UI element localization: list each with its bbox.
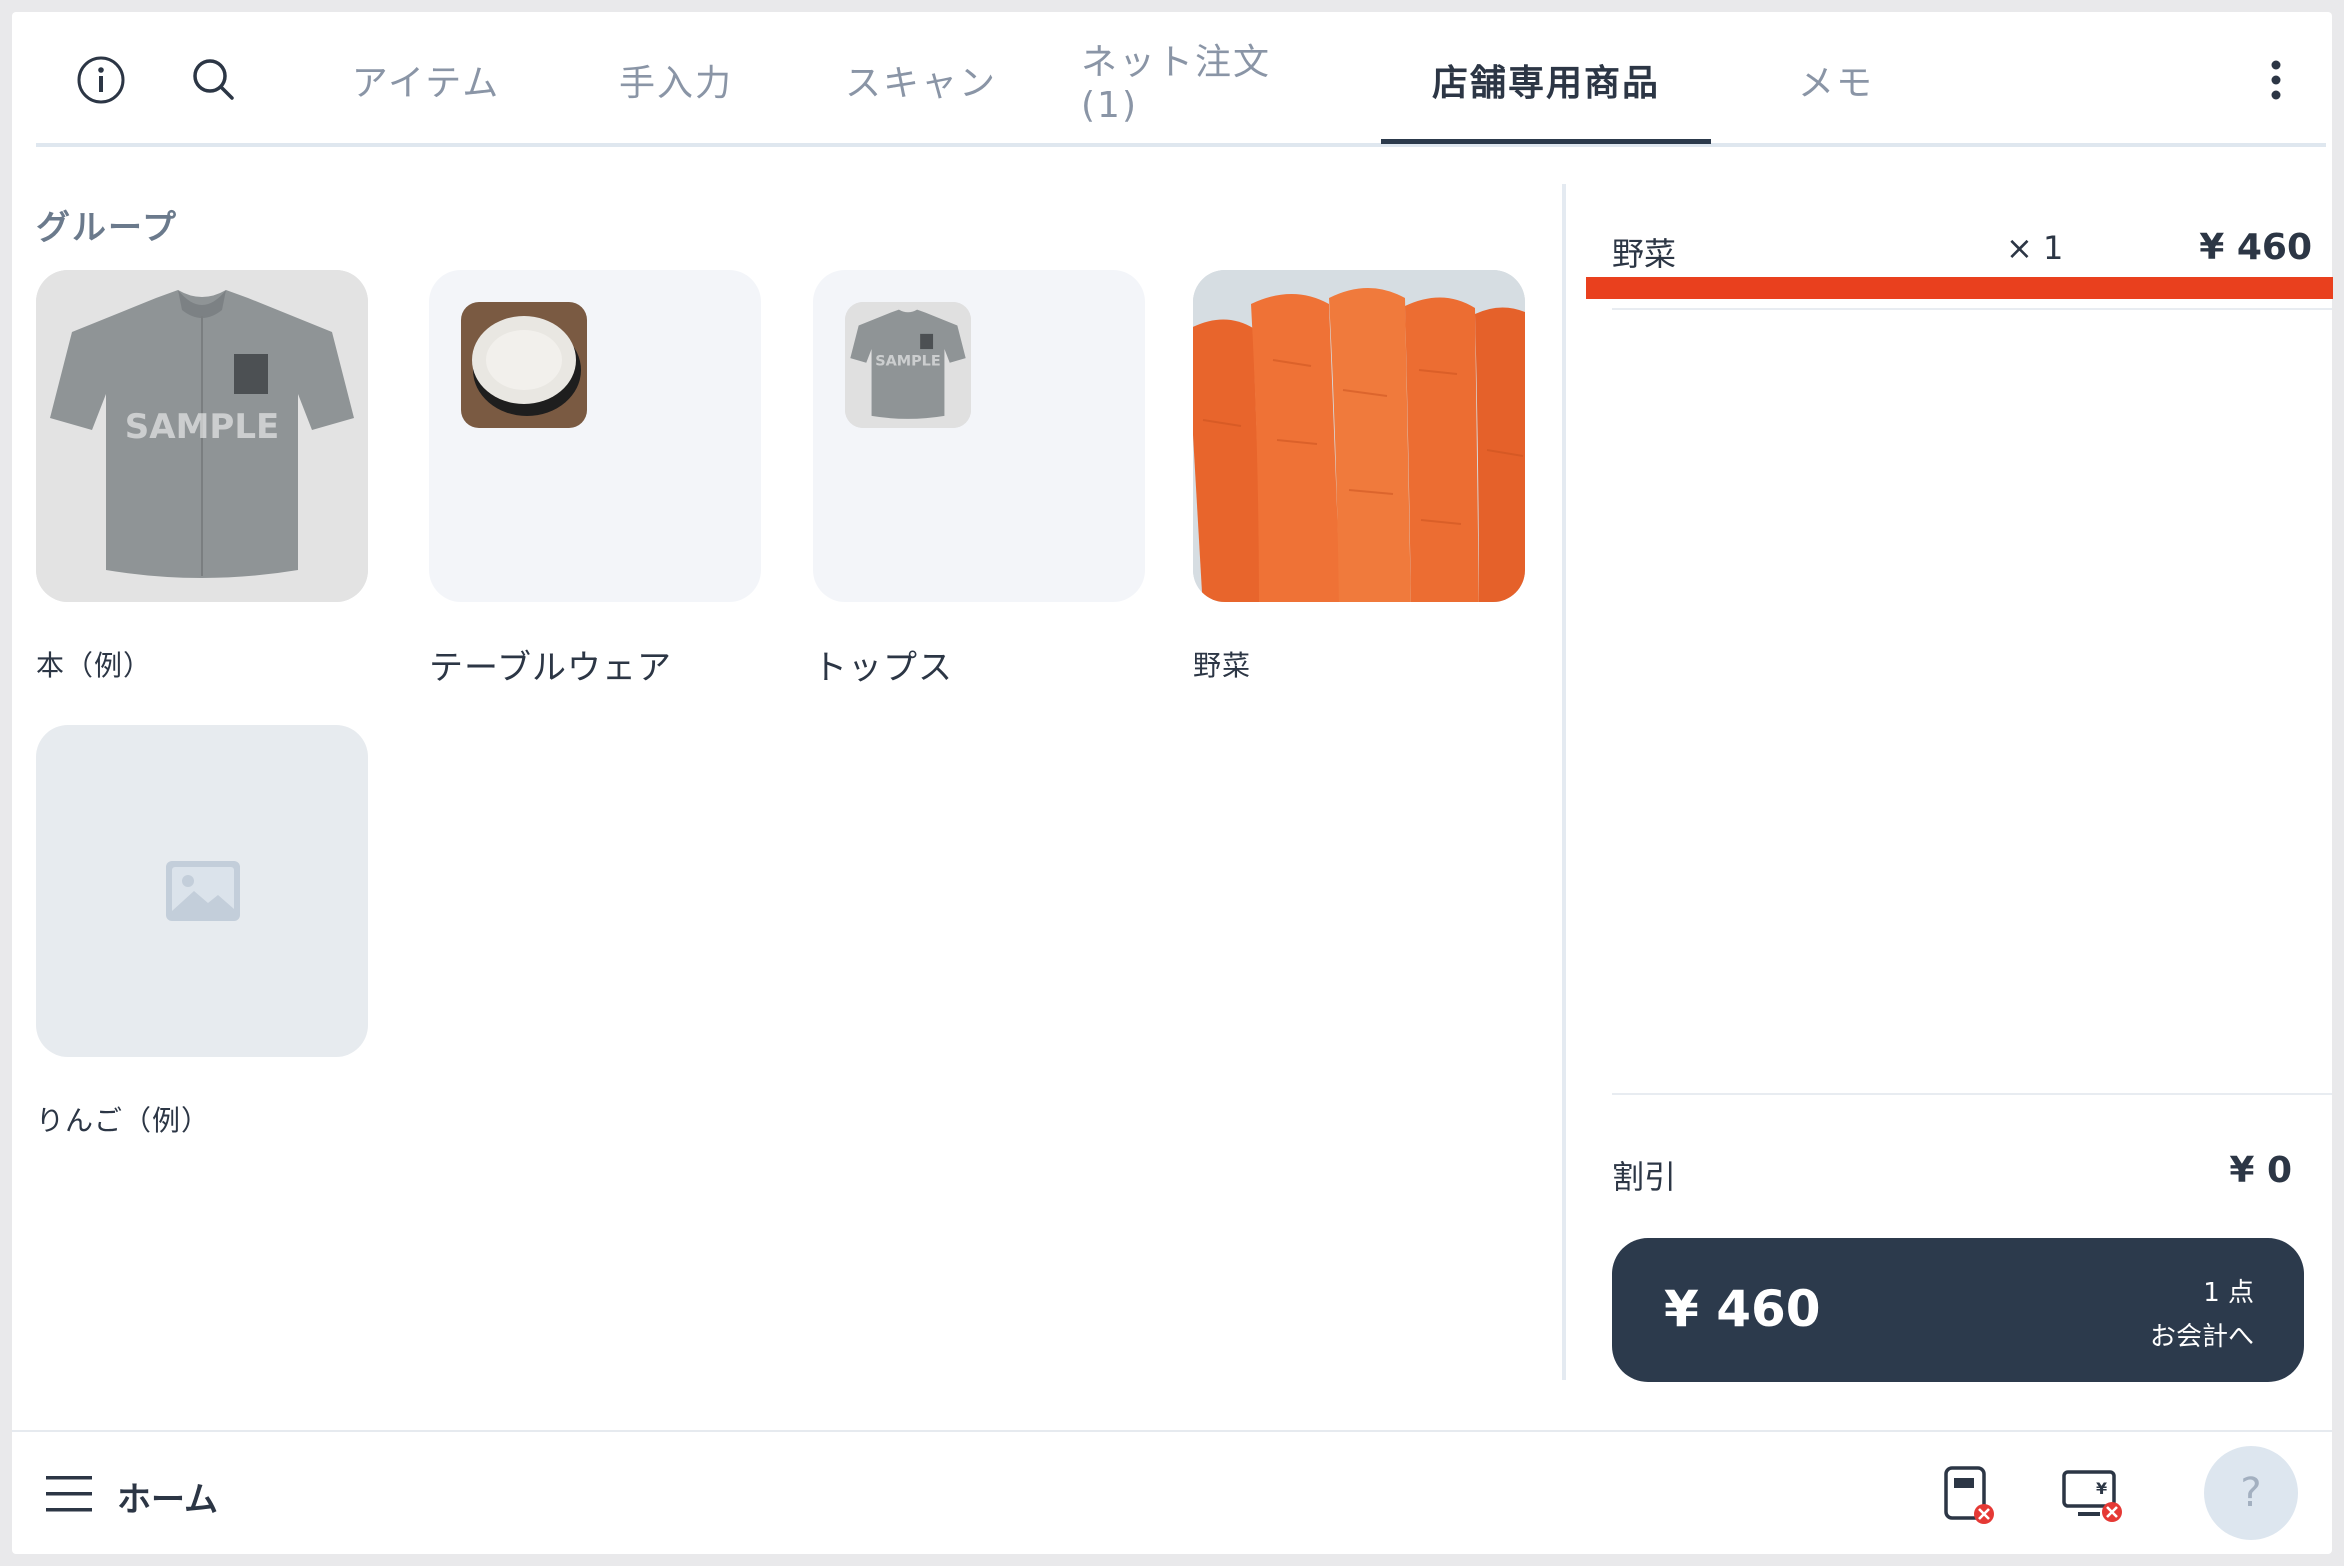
cart-item-name: 野菜 (1612, 235, 1677, 273)
group-tile-apple[interactable] (36, 725, 368, 1057)
cart-item-price: ¥ 460 (2199, 227, 2312, 268)
bottom-bar: ホーム ¥ ? (12, 1430, 2332, 1554)
cart-divider (1612, 308, 2332, 310)
info-icon[interactable] (71, 50, 131, 110)
group-tile-tops[interactable]: SAMPLE (813, 270, 1145, 602)
card-reader-disconnected-icon[interactable] (1942, 1466, 1998, 1530)
search-icon[interactable] (184, 50, 244, 110)
image-placeholder-icon (164, 859, 242, 927)
checkout-total: ¥ 460 (1664, 1280, 1821, 1338)
panel-divider (1562, 184, 1566, 1380)
section-title: グループ (36, 208, 178, 248)
register-display-disconnected-icon[interactable]: ¥ (2060, 1468, 2126, 1530)
active-tab-indicator (1381, 139, 1711, 144)
group-tile-vegetables[interactable] (1193, 270, 1525, 602)
cart-item-qty: × 1 (2006, 229, 2064, 267)
cart-item-highlight-bar (1586, 277, 2333, 299)
group-label-vegetables: 野菜 (1193, 649, 1252, 682)
tab-items[interactable]: アイテム (326, 12, 526, 147)
tab-manual-entry[interactable]: 手入力 (591, 12, 761, 147)
group-tile-tableware[interactable] (429, 270, 761, 602)
more-vertical-icon[interactable] (2246, 50, 2306, 110)
svg-text:¥: ¥ (2096, 1479, 2107, 1498)
checkout-item-count: 1 点 (2203, 1278, 2254, 1308)
checkout-action-label: お会計へ (2149, 1322, 2254, 1352)
svg-text:SAMPLE: SAMPLE (875, 354, 940, 370)
menu-icon[interactable] (46, 1472, 92, 1520)
svg-text:SAMPLE: SAMPLE (125, 407, 279, 447)
checkout-button[interactable]: ¥ 460 1 点 お会計へ (1612, 1238, 2304, 1382)
shirt-photo: SAMPLE (36, 270, 368, 602)
group-tile-book[interactable]: SAMPLE (36, 270, 368, 602)
tab-scan[interactable]: スキャン (826, 12, 1016, 147)
group-label-book: 本（例） (36, 649, 153, 682)
top-tab-bar: アイテム 手入力 スキャン ネット注文 (1) 店舗専用商品 メモ (36, 12, 2326, 147)
tab-online-orders[interactable]: ネット注文 (1) (1081, 12, 1326, 147)
cart-summary-divider (1612, 1093, 2332, 1095)
group-label-apple: りんご（例） (36, 1104, 211, 1137)
group-label-tops: トップス (813, 648, 953, 688)
shirt-thumbnail: SAMPLE (845, 302, 971, 428)
tab-memo[interactable]: メモ (1776, 12, 1896, 147)
discount-value[interactable]: ¥ 0 (2229, 1150, 2292, 1191)
carrots-photo (1193, 270, 1525, 602)
help-button[interactable]: ? (2204, 1446, 2298, 1540)
plate-thumbnail (461, 302, 587, 428)
pos-screen: アイテム 手入力 スキャン ネット注文 (1) 店舗専用商品 メモ グループ S… (12, 12, 2333, 1554)
home-label[interactable]: ホーム (117, 1472, 218, 1521)
discount-label[interactable]: 割引 (1612, 1152, 1676, 1198)
tab-store-products[interactable]: 店舗専用商品 (1381, 12, 1711, 147)
group-label-tableware: テーブルウェア (429, 648, 672, 688)
